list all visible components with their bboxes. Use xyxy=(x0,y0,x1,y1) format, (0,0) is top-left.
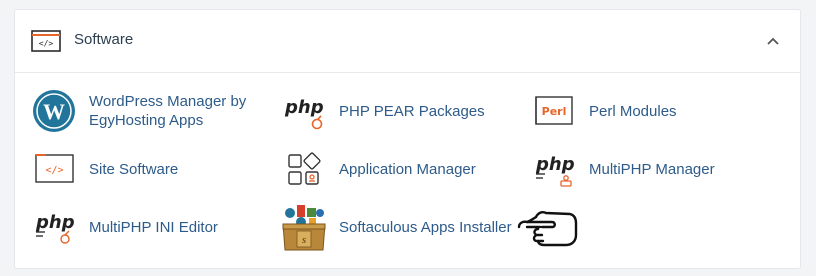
collapse-button[interactable] xyxy=(763,32,783,50)
php-pear-icon: php xyxy=(284,97,324,130)
code-window-icon: </> xyxy=(35,154,74,183)
code-glyph: </> xyxy=(39,39,54,48)
wordpress-icon: W xyxy=(33,90,75,132)
php-glyph: php xyxy=(35,212,75,233)
svg-text:s: s xyxy=(302,234,306,246)
item-label: MultiPHP Manager xyxy=(589,161,715,178)
perl-glyph: Perl xyxy=(542,105,567,118)
item-label: PHP PEAR Packages xyxy=(339,103,485,120)
multiphp-ini-icon: php xyxy=(35,212,75,244)
item-label: Softaculous Apps Installer xyxy=(339,219,512,236)
perl-icon: Perl xyxy=(535,96,573,125)
panel-header: </> Software xyxy=(15,10,800,73)
panel-title: Software xyxy=(74,31,134,48)
item-label: Perl Modules xyxy=(589,103,677,120)
php-glyph: php xyxy=(535,154,575,175)
item-label: Application Manager xyxy=(339,161,476,178)
item-label: MultiPHP INI Editor xyxy=(89,219,218,236)
code-window-icon: </> xyxy=(31,30,61,52)
softaculous-icon: s xyxy=(282,205,326,251)
item-label: WordPress Manager by EgyHosting Apps xyxy=(89,93,247,129)
svg-text:W: W xyxy=(43,99,65,124)
software-panel: </> Software W WordPress Manager by EgyH… xyxy=(14,9,801,269)
pointing-hand-cursor-icon xyxy=(517,211,578,247)
php-glyph: php xyxy=(284,97,324,118)
application-manager-icon xyxy=(288,152,321,185)
multiphp-manager-icon: php xyxy=(535,154,575,187)
item-label: Site Software xyxy=(89,161,179,178)
code-glyph: </> xyxy=(45,165,63,176)
